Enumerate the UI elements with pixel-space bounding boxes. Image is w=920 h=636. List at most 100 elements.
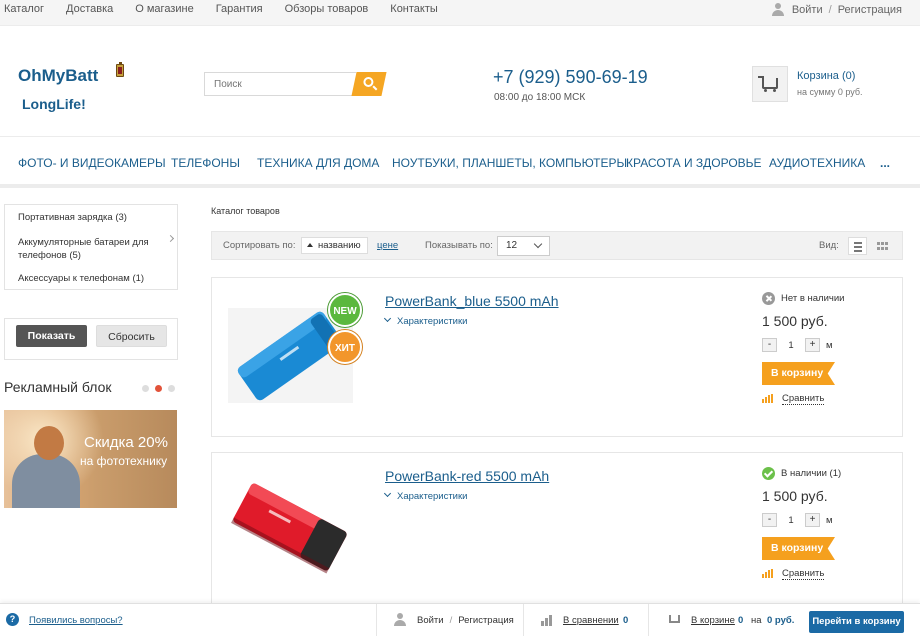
add-to-cart-button[interactable]: В корзину [762,537,835,560]
sort-by-name-button[interactable]: названию [301,237,368,254]
sort-label: Сортировать по: [223,240,296,251]
top-bar: Каталог Доставка О магазине Гарантия Обз… [0,0,920,26]
characteristics-toggle[interactable]: Характеристики [383,489,468,502]
reset-button[interactable]: Сбросить [96,325,167,347]
characteristics-toggle[interactable]: Характеристики [383,314,468,327]
bottom-login-link[interactable]: Войти [417,615,444,626]
badge-hit: ХИТ [328,330,362,364]
logo-title[interactable]: OhMyBatt [18,66,98,86]
search-button[interactable] [351,72,387,96]
ad-banner[interactable]: Скидка 20% на фототехнику [4,410,177,508]
sidebar-item-portable-charging[interactable]: Портативная зарядка (3) [18,211,164,224]
bottom-register-link[interactable]: Регистрация [458,615,514,626]
battery-icon [116,62,124,77]
view-label: Вид: [819,240,839,251]
questions-link[interactable]: Появились вопросы? [29,615,123,626]
register-link[interactable]: Регистрация [838,4,902,16]
product-card: PowerBank-red 5500 mAh Характеристики В … [211,452,903,612]
sort-asc-icon [307,243,313,247]
characteristics-label: Характеристики [397,491,468,502]
top-nav-delivery[interactable]: Доставка [66,3,113,15]
carousel-dot-active[interactable] [155,385,162,392]
ad-block-title: Рекламный блок [4,379,112,395]
header-cart-sum: на сумму 0 руб. [797,87,863,97]
product-price: 1 500 руб. [762,488,828,504]
compare-icon [541,614,553,626]
work-hours: 08:00 до 18:00 МСК [494,92,586,103]
menu-more[interactable]: ... [880,156,890,170]
sidebar-categories: Портативная зарядка (3) Аккумуляторные б… [4,204,178,290]
cart-count: 0 [738,615,744,626]
carousel-dot[interactable] [168,385,175,392]
banner-person-head [34,426,64,460]
qty-minus-button[interactable]: - [762,338,777,352]
sidebar-item-accessories[interactable]: Аксессуары к телефонам (1) [18,272,164,285]
search-input[interactable] [204,72,356,96]
compare-list-link[interactable]: В сравнении [563,615,619,626]
characteristics-label: Характеристики [397,316,468,327]
compare-link[interactable]: Сравнить [782,568,825,580]
top-nav-reviews[interactable]: Обзоры товаров [285,3,369,15]
carousel-dot[interactable] [142,385,149,392]
badge-new: NEW [328,293,362,327]
phone-number[interactable]: +7 (929) 590-69-19 [493,67,648,88]
sidebar-item-batteries[interactable]: Аккумуляторные батареи для телефонов (5) [18,236,158,262]
view-grid-button[interactable] [872,237,891,255]
auth-separator: / [449,615,453,626]
menu-item-home-appliances[interactable]: Техника для дома [257,156,379,170]
go-to-cart-button[interactable]: Перейти в корзину [809,611,904,633]
product-name-link[interactable]: PowerBank_blue 5500 mAh [385,293,559,309]
bottom-auth: Войти / Регистрация [417,615,514,626]
menu-item-laptops[interactable]: Ноутбуки, планшеты, компьютеры [392,156,627,170]
product-name-link[interactable]: PowerBank-red 5500 mAh [385,468,549,484]
compare-icon [762,569,773,578]
bottom-bar: ? Появились вопросы? Войти / Регистрация В… [0,603,920,636]
sort-by-name-label: названию [318,240,361,251]
menu-item-beauty[interactable]: Красота и здоровье [626,156,762,170]
menu-item-audio[interactable]: Аудиотехника [769,156,865,170]
top-nav-catalog[interactable]: Каталог [4,3,44,15]
compare-icon [762,394,773,403]
cart-icon [669,615,680,623]
main-menu: Фото- и видеокамеры Телефоны Техника для… [0,136,920,188]
menu-item-cameras[interactable]: Фото- и видеокамеры [18,156,166,170]
perpage-label: Показывать по: [425,240,493,251]
menu-item-phones[interactable]: Телефоны [171,156,240,170]
quantity-stepper: - 1 + м [762,338,833,352]
in-stock-icon [762,467,775,480]
qty-plus-button[interactable]: + [805,513,820,527]
ad-carousel-dots [142,385,175,392]
chevron-down-icon [383,314,392,323]
compare-link[interactable]: Сравнить [782,393,825,405]
perpage-select[interactable]: 12 [497,236,550,256]
question-icon: ? [6,613,19,626]
cart-total: 0 руб. [767,615,795,626]
banner-discount-text: Скидка 20% [84,434,168,451]
qty-unit: м [826,514,833,526]
top-nav: Каталог Доставка О магазине Гарантия Обз… [4,3,460,15]
qty-value[interactable]: 1 [777,515,805,526]
header-cart-button[interactable] [752,66,788,102]
quantity-stepper: - 1 + м [762,513,833,527]
sort-bar: Сортировать по: названию цене Показывать… [211,231,903,260]
show-button[interactable]: Показать [16,325,87,347]
qty-value[interactable]: 1 [777,340,805,351]
add-to-cart-button[interactable]: В корзину [762,362,835,385]
qty-plus-button[interactable]: + [805,338,820,352]
login-link[interactable]: Войти [792,4,823,16]
stock-status: В наличии (1) [781,468,842,479]
bottom-cart-link[interactable]: В корзине [691,615,735,626]
sort-by-price-link[interactable]: цене [377,240,398,251]
user-icon [771,3,784,16]
logo-subtitle: LongLife! [22,96,86,112]
top-nav-warranty[interactable]: Гарантия [216,3,263,15]
breadcrumb[interactable]: Каталог товаров [211,206,280,216]
view-list-button[interactable] [848,237,867,255]
divider [648,604,649,636]
top-nav-about[interactable]: О магазине [135,3,193,15]
product-image[interactable] [228,475,353,575]
top-nav-contacts[interactable]: Контакты [390,3,438,15]
header-cart-title[interactable]: Корзина (0) [797,70,855,82]
search-form [204,72,387,96]
qty-minus-button[interactable]: - [762,513,777,527]
